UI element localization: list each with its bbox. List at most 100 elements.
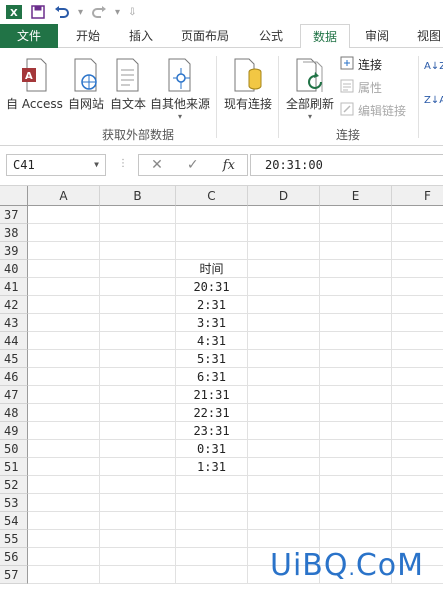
cell-b40[interactable] bbox=[100, 260, 176, 278]
cell-e54[interactable] bbox=[320, 512, 392, 530]
cell-c53[interactable] bbox=[176, 494, 248, 512]
cell-c56[interactable] bbox=[176, 548, 248, 566]
undo-dropdown-icon[interactable]: ▾ bbox=[78, 7, 83, 18]
cell-f42[interactable] bbox=[392, 296, 443, 314]
row-header[interactable]: 42 bbox=[0, 296, 28, 314]
save-icon[interactable] bbox=[30, 4, 46, 20]
cell-e45[interactable] bbox=[320, 350, 392, 368]
cell-b39[interactable] bbox=[100, 242, 176, 260]
column-header-e[interactable]: E bbox=[320, 186, 392, 206]
cell-f50[interactable] bbox=[392, 440, 443, 458]
cell-e40[interactable] bbox=[320, 260, 392, 278]
from-access-button[interactable]: A 自 Access bbox=[6, 54, 63, 112]
cell-b57[interactable] bbox=[100, 566, 176, 584]
cell-e55[interactable] bbox=[320, 530, 392, 548]
row-header[interactable]: 53 bbox=[0, 494, 28, 512]
row-header[interactable]: 48 bbox=[0, 404, 28, 422]
formula-bar-grip-icon[interactable]: ⋮ bbox=[118, 158, 128, 169]
cell-d43[interactable] bbox=[248, 314, 320, 332]
cell-b51[interactable] bbox=[100, 458, 176, 476]
cell-f48[interactable] bbox=[392, 404, 443, 422]
cell-a39[interactable] bbox=[28, 242, 100, 260]
sort-az-button[interactable]: A↓Z bbox=[424, 62, 443, 72]
cell-c47[interactable]: 21:31 bbox=[176, 386, 248, 404]
cell-b53[interactable] bbox=[100, 494, 176, 512]
cell-d51[interactable] bbox=[248, 458, 320, 476]
row-header[interactable]: 55 bbox=[0, 530, 28, 548]
cell-d37[interactable] bbox=[248, 206, 320, 224]
cell-e49[interactable] bbox=[320, 422, 392, 440]
insert-function-icon[interactable]: fx bbox=[223, 158, 235, 173]
tab-formulas[interactable]: 公式 bbox=[248, 24, 294, 48]
cell-f44[interactable] bbox=[392, 332, 443, 350]
cell-c42[interactable]: 2:31 bbox=[176, 296, 248, 314]
cell-b48[interactable] bbox=[100, 404, 176, 422]
cell-f41[interactable] bbox=[392, 278, 443, 296]
from-web-button[interactable]: 自网站 bbox=[68, 54, 104, 112]
cell-d40[interactable] bbox=[248, 260, 320, 278]
column-header-c[interactable]: C bbox=[176, 186, 248, 206]
cell-e47[interactable] bbox=[320, 386, 392, 404]
name-box[interactable]: C41 ▼ bbox=[6, 154, 106, 176]
cell-d50[interactable] bbox=[248, 440, 320, 458]
row-header[interactable]: 50 bbox=[0, 440, 28, 458]
existing-connections-button[interactable]: 现有连接 bbox=[224, 54, 272, 112]
column-header-a[interactable]: A bbox=[28, 186, 100, 206]
cell-a48[interactable] bbox=[28, 404, 100, 422]
cell-c46[interactable]: 6:31 bbox=[176, 368, 248, 386]
row-header[interactable]: 57 bbox=[0, 566, 28, 584]
cell-c51[interactable]: 1:31 bbox=[176, 458, 248, 476]
cell-c50[interactable]: 0:31 bbox=[176, 440, 248, 458]
cell-a40[interactable] bbox=[28, 260, 100, 278]
cell-e37[interactable] bbox=[320, 206, 392, 224]
tab-home[interactable]: 开始 bbox=[66, 24, 110, 48]
tab-insert[interactable]: 插入 bbox=[118, 24, 164, 48]
cell-e43[interactable] bbox=[320, 314, 392, 332]
cell-e38[interactable] bbox=[320, 224, 392, 242]
cancel-icon[interactable]: ✕ bbox=[151, 157, 163, 173]
cell-a51[interactable] bbox=[28, 458, 100, 476]
row-header[interactable]: 54 bbox=[0, 512, 28, 530]
cell-a55[interactable] bbox=[28, 530, 100, 548]
cell-e50[interactable] bbox=[320, 440, 392, 458]
column-header-f[interactable]: F bbox=[392, 186, 443, 206]
cell-c44[interactable]: 4:31 bbox=[176, 332, 248, 350]
row-header[interactable]: 46 bbox=[0, 368, 28, 386]
cell-b46[interactable] bbox=[100, 368, 176, 386]
row-header[interactable]: 47 bbox=[0, 386, 28, 404]
cell-c38[interactable] bbox=[176, 224, 248, 242]
cell-a52[interactable] bbox=[28, 476, 100, 494]
redo-dropdown-icon[interactable]: ▾ bbox=[115, 7, 120, 18]
cell-e41[interactable] bbox=[320, 278, 392, 296]
cell-c48[interactable]: 22:31 bbox=[176, 404, 248, 422]
cell-f43[interactable] bbox=[392, 314, 443, 332]
cell-f53[interactable] bbox=[392, 494, 443, 512]
connections-button[interactable]: 连接 bbox=[340, 54, 382, 74]
cell-d44[interactable] bbox=[248, 332, 320, 350]
cell-b50[interactable] bbox=[100, 440, 176, 458]
from-other-sources-button[interactable]: 自其他来源 ▾ bbox=[150, 54, 210, 121]
cell-b41[interactable] bbox=[100, 278, 176, 296]
cell-b44[interactable] bbox=[100, 332, 176, 350]
row-header[interactable]: 49 bbox=[0, 422, 28, 440]
cell-c54[interactable] bbox=[176, 512, 248, 530]
row-header[interactable]: 38 bbox=[0, 224, 28, 242]
cell-d53[interactable] bbox=[248, 494, 320, 512]
cell-c41[interactable]: 20:31 bbox=[176, 278, 248, 296]
cell-e44[interactable] bbox=[320, 332, 392, 350]
cell-d48[interactable] bbox=[248, 404, 320, 422]
cell-e39[interactable] bbox=[320, 242, 392, 260]
cell-e48[interactable] bbox=[320, 404, 392, 422]
cell-f39[interactable] bbox=[392, 242, 443, 260]
cell-d45[interactable] bbox=[248, 350, 320, 368]
cell-c45[interactable]: 5:31 bbox=[176, 350, 248, 368]
cell-c49[interactable]: 23:31 bbox=[176, 422, 248, 440]
cell-b55[interactable] bbox=[100, 530, 176, 548]
row-header[interactable]: 45 bbox=[0, 350, 28, 368]
row-header[interactable]: 37 bbox=[0, 206, 28, 224]
cell-f45[interactable] bbox=[392, 350, 443, 368]
cell-a57[interactable] bbox=[28, 566, 100, 584]
cell-e46[interactable] bbox=[320, 368, 392, 386]
cell-d49[interactable] bbox=[248, 422, 320, 440]
cell-b54[interactable] bbox=[100, 512, 176, 530]
